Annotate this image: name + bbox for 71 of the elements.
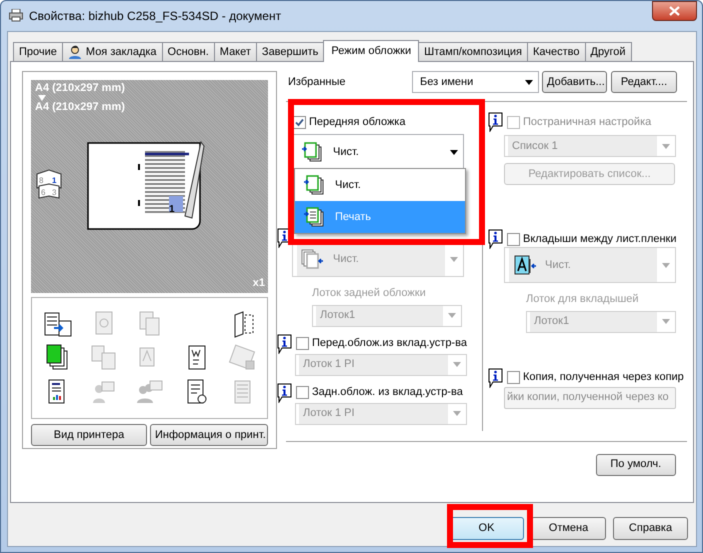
down-triangle-icon [38,95,46,101]
checkbox-label: Задн.облож. из вклад.устр-ва [312,385,463,400]
caret-icon [450,256,458,262]
checkbox-label: Копия, полученная через копир [523,370,684,386]
dropdown-option[interactable]: Чист. [295,169,465,201]
checkbox[interactable] [293,116,306,128]
checkbox[interactable] [507,232,520,246]
document-page-drawing: 1 [87,138,207,230]
caret-icon [662,319,670,324]
select-value: йки копии, полученной через ко [507,390,669,406]
default-button[interactable]: По умолч. [596,454,676,476]
favorites-select[interactable]: Без имени [412,71,539,93]
select-value: Лоток1 [534,314,570,330]
checkbox-label: Передняя обложка [309,114,406,130]
person-icon [68,45,82,59]
select-value: Чист. [333,144,359,160]
caret-icon [453,362,461,367]
checkbox[interactable] [507,116,520,128]
edit-button[interactable]: Редакт.... [611,71,677,93]
select-value: Лоток 1 PI [303,357,355,372]
tray-label: Лоток задней обложки [312,287,426,299]
document-stack-icon [301,248,325,270]
select-value: Чист. [545,258,571,273]
select-value: Список 1 [512,138,558,154]
info-icon[interactable] [487,368,504,388]
checkbox-label: Перед.облож.из вклад.устр-ва [312,336,467,352]
checkbox[interactable] [296,386,309,399]
tab[interactable]: Другой [584,42,632,61]
printer-icon [9,9,23,22]
favorites-label: Избранные [287,74,347,90]
caret-icon [448,313,456,318]
close-icon [669,6,680,16]
caret-icon [525,80,533,84]
select-value: Лоток 1 PI [303,406,355,422]
select-value: Без имени [420,74,474,90]
checkbox-label: Постраничная настройка [523,114,652,130]
paper-size-text: A4 (210x297 mm) [35,82,126,95]
tray-label: Лоток для вкладышей [526,293,639,305]
front-cover-select[interactable]: Чист. [292,134,464,170]
checkbox-label: Вкладыши между лист.пленки [523,232,677,247]
tab[interactable]: Штамп/композиция [418,42,528,61]
info-icon[interactable] [487,229,504,249]
printer-view-button[interactable]: Вид принтера [31,424,147,446]
caret-icon [453,411,461,416]
caret-icon [662,144,670,148]
caret-icon [450,150,458,154]
info-icon[interactable] [276,334,293,354]
document-stack-icon [513,254,537,276]
tab[interactable]: Макет [214,42,257,61]
info-icon[interactable] [487,112,504,132]
checkbox[interactable] [296,337,309,350]
copies-count: x1 [252,276,265,292]
paper-size-text: A4 (210x297 mm) [35,101,126,114]
select-value: Лоток1 [320,308,356,324]
tab[interactable]: Моя закладка [62,42,163,61]
tab[interactable]: Прочие [13,42,63,61]
info-icon[interactable] [276,382,293,402]
dialog-button[interactable]: Отмена [531,517,606,540]
checkmark-icon [295,118,304,126]
close-button[interactable] [652,1,697,21]
checkbox[interactable] [507,371,520,384]
select-value: Чист. [333,252,359,267]
tab[interactable]: Качество [527,42,586,61]
caret-icon [662,262,670,268]
dialog-button[interactable]: Справка [613,517,688,540]
tab[interactable]: Режим обложки [323,40,420,62]
window-title: Свойства: bizhub C258_FS-534SD - документ [29,8,282,24]
tab[interactable]: Завершить [256,42,324,61]
tab[interactable]: Основн. [162,42,215,61]
add-button[interactable]: Добавить... [542,71,607,93]
printer-info-button[interactable]: Информация о принт. [150,424,268,446]
